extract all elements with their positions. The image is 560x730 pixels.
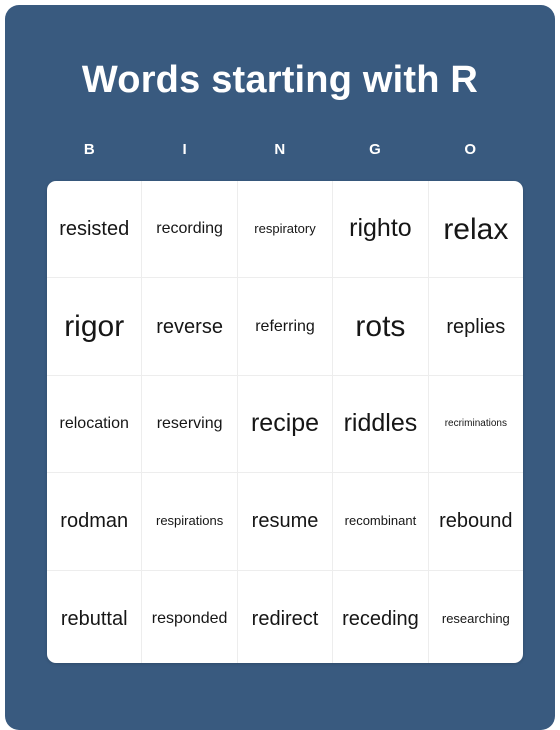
bingo-cell[interactable]: relax <box>429 181 523 277</box>
bingo-cell[interactable]: reserving <box>142 375 238 473</box>
header-letter-i: I <box>182 141 188 158</box>
bingo-cell[interactable]: rigor <box>47 278 143 375</box>
header-letter-b: B <box>83 141 96 158</box>
bingo-grid: resisted recording respiratory righto re… <box>47 181 523 663</box>
bingo-cell[interactable]: rebound <box>429 473 523 569</box>
page-title: Words starting with R <box>81 59 479 101</box>
bingo-row: resisted recording respiratory righto re… <box>47 181 523 279</box>
bingo-cell[interactable]: reverse <box>142 278 238 375</box>
bingo-cell[interactable]: redirect <box>238 570 334 663</box>
bingo-cell[interactable]: replies <box>429 278 523 374</box>
bingo-cell[interactable]: respirations <box>142 473 238 570</box>
bingo-row: relocation reserving recipe riddles recr… <box>47 375 523 474</box>
bingo-cell[interactable]: referring <box>238 278 334 375</box>
bingo-cell[interactable]: righto <box>333 181 429 278</box>
bingo-cell[interactable]: rebuttal <box>47 570 143 663</box>
bingo-row: rigor reverse referring rots replies <box>47 278 523 376</box>
bingo-row: rebuttal responded redirect receding res… <box>47 570 523 663</box>
bingo-cell[interactable]: receding <box>333 570 429 663</box>
bingo-cell[interactable]: rots <box>333 278 429 375</box>
header-letter-g: G <box>369 141 382 158</box>
bingo-row: rodman respirations resume recombinant r… <box>47 473 523 571</box>
bingo-card: Words starting with R B I N G O resisted… <box>5 5 555 730</box>
bingo-cell[interactable]: recording <box>142 181 238 278</box>
bingo-cell[interactable]: riddles <box>333 375 429 473</box>
bingo-cell[interactable]: rodman <box>47 473 143 570</box>
bingo-cell[interactable]: responded <box>142 570 238 663</box>
bingo-cell[interactable]: respiratory <box>238 181 334 278</box>
bingo-header-row: B I N G O <box>42 139 518 161</box>
bingo-cell[interactable]: recombinant <box>333 473 429 570</box>
bingo-cell[interactable]: relocation <box>47 375 143 473</box>
bingo-cell[interactable]: researching <box>429 571 523 663</box>
bingo-cell[interactable]: resume <box>238 473 334 570</box>
bingo-cell[interactable]: recriminations <box>429 376 523 472</box>
header-letter-o: O <box>464 141 477 158</box>
bingo-cell[interactable]: recipe <box>238 375 334 473</box>
header-letter-n: N <box>274 141 286 158</box>
bingo-cell[interactable]: resisted <box>47 181 143 278</box>
